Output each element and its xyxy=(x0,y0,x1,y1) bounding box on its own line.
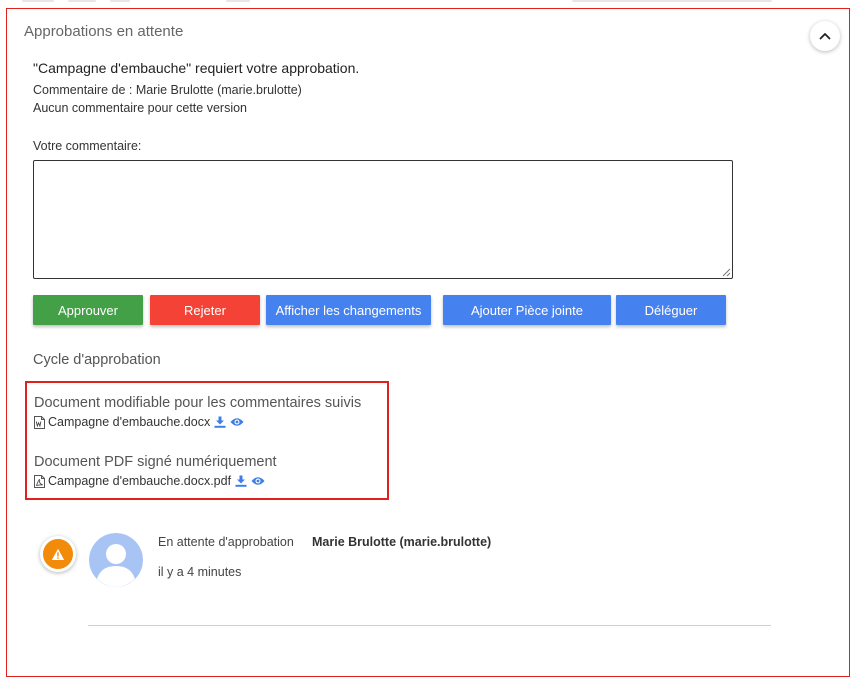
approval-status-text: En attente d'approbation xyxy=(158,535,294,549)
no-comment-text: Aucun commentaire pour cette version xyxy=(33,101,247,115)
time-ago-text: il y a 4 minutes xyxy=(158,565,242,579)
approver-name: Marie Brulotte (marie.brulotte) xyxy=(312,535,492,549)
docx-file-row: Campagne d'embauche.docx xyxy=(34,415,244,429)
documents-box: Document modifiable pour les commentaire… xyxy=(25,381,389,500)
delegate-button[interactable]: Déléguer xyxy=(616,295,726,325)
comment-label: Votre commentaire: xyxy=(33,139,142,153)
download-icon[interactable] xyxy=(235,475,247,487)
user-avatar-icon xyxy=(89,533,143,587)
editable-document-title: Document modifiable pour les commentaire… xyxy=(34,395,362,411)
approve-button[interactable]: Approuver xyxy=(33,295,143,325)
avatar xyxy=(89,533,143,587)
divider xyxy=(88,625,771,626)
docx-filename-link[interactable]: Campagne d'embauche.docx xyxy=(48,415,210,429)
comment-author-text: Commentaire de : Marie Brulotte (marie.b… xyxy=(33,83,302,97)
add-attachment-button[interactable]: Ajouter Pièce jointe xyxy=(443,295,611,325)
pdf-file-icon xyxy=(34,474,45,488)
download-icon[interactable] xyxy=(214,416,226,428)
resize-grip-icon[interactable] xyxy=(721,267,731,277)
panel-title: Approbations en attente xyxy=(24,23,184,40)
show-changes-button[interactable]: Afficher les changements xyxy=(266,295,431,325)
warning-icon xyxy=(51,548,65,560)
approval-cycle-title: Cycle d'approbation xyxy=(33,352,161,368)
eye-icon[interactable] xyxy=(230,417,244,427)
pending-approvals-panel: Approbations en attente "Campagne d'emba… xyxy=(6,8,850,677)
approval-request-text: "Campagne d'embauche" requiert votre app… xyxy=(33,60,360,76)
pdf-filename-link[interactable]: Campagne d'embauche.docx.pdf xyxy=(48,474,231,488)
comment-textarea[interactable] xyxy=(33,160,733,279)
signed-pdf-document-title: Document PDF signé numériquement xyxy=(34,454,277,470)
eye-icon[interactable] xyxy=(251,476,265,486)
word-file-icon xyxy=(34,415,45,429)
collapse-button[interactable] xyxy=(810,21,840,51)
top-edge-strip xyxy=(0,0,865,4)
reject-button[interactable]: Rejeter xyxy=(150,295,260,325)
pending-status-badge xyxy=(40,536,76,572)
chevron-up-icon xyxy=(819,33,831,40)
pdf-file-row: Campagne d'embauche.docx.pdf xyxy=(34,474,265,488)
